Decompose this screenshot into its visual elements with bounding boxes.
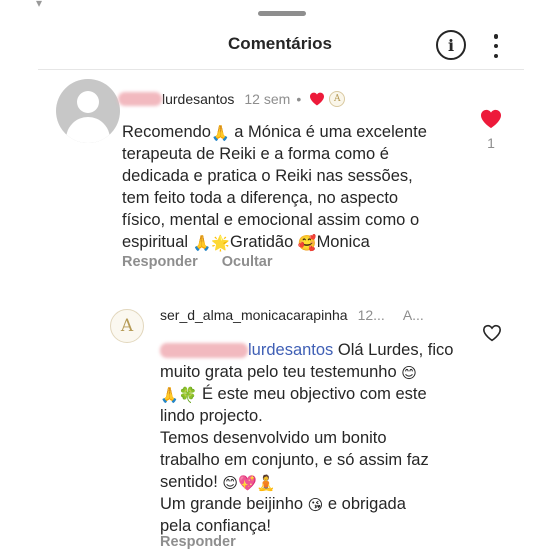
comment-time: 12... (357, 307, 385, 323)
comment-actions: Responder Ocultar (122, 254, 273, 270)
heart-outline-icon[interactable] (482, 324, 502, 342)
pray-emoji: 🙏 (210, 125, 230, 142)
separator-dot: • (296, 91, 302, 107)
like-count[interactable]: 1 (487, 135, 495, 151)
heart-icon[interactable] (480, 109, 502, 129)
avatar[interactable] (56, 79, 120, 143)
comment-text: Recomendo🙏 a Mónica é uma excelente tera… (122, 123, 427, 252)
clover-emoji: 🍀 (178, 387, 198, 404)
comment-meta: ser_d_alma_monicacarapinha 12... A... (160, 307, 424, 323)
sheet-drag-handle[interactable] (258, 11, 306, 16)
person-emoji: 🧘 (256, 475, 276, 492)
comment-username[interactable]: ser_d_alma_monicacarapinha (160, 307, 348, 323)
pray-emoji: 🙏 (192, 235, 212, 252)
header-divider (38, 69, 524, 70)
redacted-name-icon (160, 343, 248, 359)
smile-emoji: 😊 (222, 475, 239, 492)
reply-button[interactable]: Responder (160, 534, 236, 550)
love-face-emoji: 🥰 (297, 235, 317, 252)
comment-actions: Responder (160, 534, 236, 550)
creator-avatar-icon: A (329, 91, 346, 107)
comment-time: 12 sem (244, 91, 291, 107)
hide-button[interactable]: Ocultar (222, 254, 273, 270)
comment-meta: lurdesantos 12 sem • A (118, 91, 346, 107)
page-title: Comentários (228, 34, 332, 53)
sparkle-emoji: 🌟 (211, 235, 230, 252)
comment-text: lurdesantos Olá Lurdes, fico muito grata… (160, 341, 454, 535)
more-icon[interactable] (488, 32, 504, 60)
creator-heart-icon (310, 92, 325, 106)
kiss-emoji: 😘 (307, 497, 324, 514)
pray-emoji: 🙏 (160, 387, 179, 404)
info-icon[interactable]: i (436, 30, 466, 60)
hearts-emoji: 💖 (238, 475, 257, 492)
avatar[interactable]: A (110, 309, 144, 343)
mention-link[interactable]: lurdesantos (248, 341, 333, 359)
reply-button[interactable]: Responder (122, 254, 198, 270)
like-column: 1 (480, 109, 502, 151)
comments-header: Comentários i (0, 30, 560, 66)
redacted-name-icon (118, 92, 162, 106)
status-mark: ▾ (36, 0, 43, 10)
translation-link[interactable]: A... (403, 307, 424, 323)
smile-emoji: 😊 (401, 365, 417, 382)
comment-username[interactable]: lurdesantos (162, 91, 234, 107)
